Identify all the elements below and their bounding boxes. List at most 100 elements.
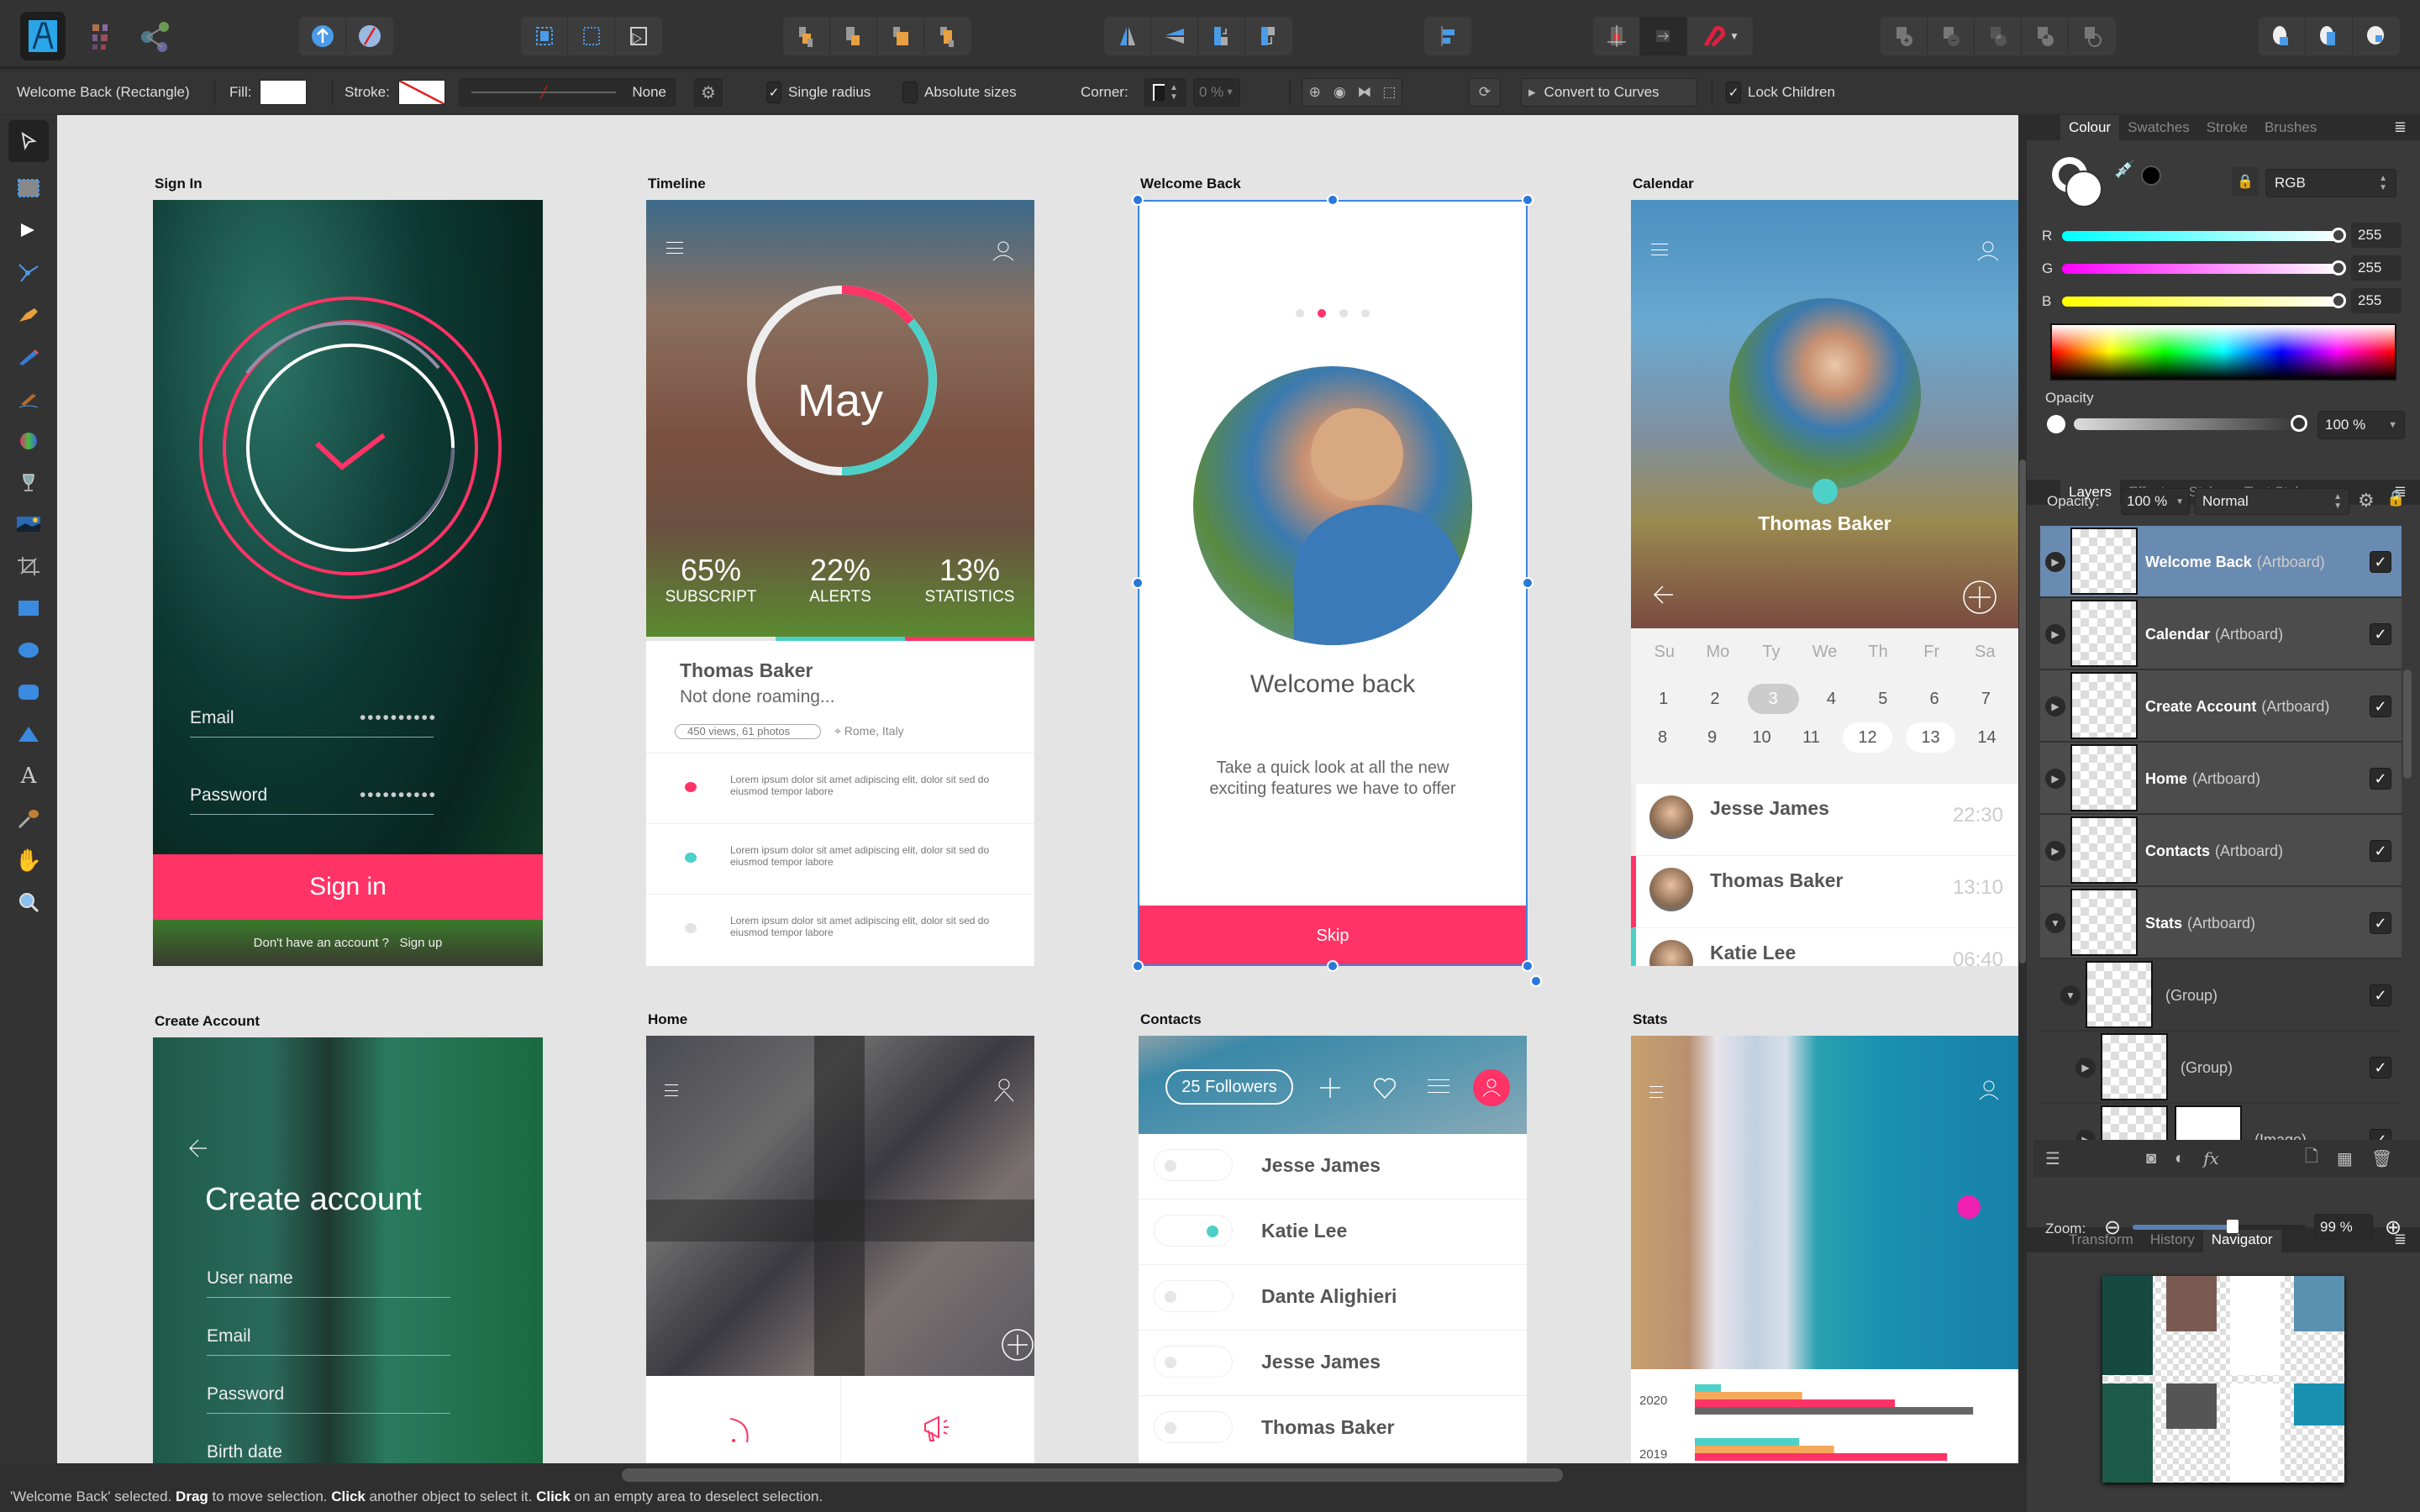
calendar-day[interactable]: 10 (1737, 722, 1786, 753)
grid-button[interactable] (1593, 17, 1640, 55)
add-boolean-button[interactable] (1881, 17, 1928, 55)
collapse-triangle-icon[interactable]: ▼ (2045, 913, 2065, 933)
colour-spectrum[interactable] (2050, 323, 2396, 381)
hand-tool[interactable]: ✋ (0, 839, 57, 881)
layer-settings-gear-icon[interactable]: ⚙ (2358, 490, 2375, 512)
share-upload-button[interactable] (299, 17, 346, 55)
add-circle-icon[interactable] (1001, 1328, 1034, 1362)
create-account-field[interactable]: User name (207, 1268, 450, 1298)
snap-mode-button[interactable] (1640, 17, 1687, 55)
profile-button[interactable] (1473, 1069, 1510, 1106)
zoom-slider[interactable] (2133, 1220, 2306, 1233)
corner-tool[interactable] (0, 251, 57, 293)
stroke-settings-button[interactable]: ⚙ (694, 78, 723, 107)
layer-visibility-checkbox[interactable]: ✓ (2370, 840, 2391, 862)
triangle-tool[interactable] (0, 713, 57, 755)
layer-visibility-checkbox[interactable]: ✓ (2370, 984, 2391, 1006)
contact-row[interactable]: Katie Lee (1139, 1200, 1527, 1265)
mask-icon[interactable]: ◙ (2146, 1149, 2156, 1168)
align-left-button[interactable] (1424, 17, 1471, 55)
new-layer-icon[interactable]: 🗋 (2305, 1144, 2318, 1173)
layers-scrollbar[interactable] (2403, 669, 2412, 779)
page-dot[interactable] (1296, 309, 1304, 318)
rotate-right-button[interactable] (1245, 17, 1292, 55)
b-channel-slider[interactable] (2062, 293, 2346, 308)
transparency-tool[interactable] (0, 461, 57, 503)
convert-to-curves-button[interactable]: ▸ Convert to Curves (1521, 78, 1697, 107)
show-origin-icon[interactable]: ◉ (1328, 84, 1353, 101)
resize-handle[interactable] (1522, 577, 1534, 589)
fill-well[interactable] (2065, 171, 2102, 207)
timeline-list-item[interactable]: Lorem ipsum dolor sit amet adipiscing el… (646, 823, 1034, 894)
create-account-field[interactable]: Email (207, 1326, 450, 1356)
panel-menu-icon[interactable]: ≣ (2394, 118, 2407, 136)
xor-boolean-button[interactable] (2022, 17, 2069, 55)
tab-history[interactable]: History (2142, 1227, 2203, 1252)
back-arrow-icon[interactable] (1651, 585, 1676, 605)
pixel-persona-button[interactable] (82, 12, 128, 60)
export-persona-button[interactable] (133, 12, 178, 60)
collapse-triangle-icon[interactable]: ▼ (2060, 985, 2081, 1005)
layer-row[interactable]: ▼ (Group) ✓ (2040, 959, 2402, 1032)
zoom-value-field[interactable]: 99 % (2314, 1214, 2373, 1241)
calendar-day[interactable]: 4 (1806, 684, 1857, 714)
calendar-day[interactable]: 13 (1906, 722, 1955, 753)
menu-icon[interactable] (1428, 1079, 1449, 1093)
artboard-signin[interactable]: Email • • • • • • • • • • Password • • •… (153, 200, 543, 966)
contact-row[interactable]: Jesse James (1139, 1134, 1527, 1200)
menu-icon[interactable] (1651, 244, 1668, 255)
trash-icon[interactable]: 🗑 (2371, 1148, 2392, 1169)
isolate-shape-button[interactable] (615, 17, 662, 55)
contact-row[interactable]: Dante Alighieri (1139, 1265, 1527, 1331)
node-tool[interactable] (0, 209, 57, 251)
expand-triangle-icon[interactable]: ▶ (2045, 552, 2065, 572)
profile-icon[interactable] (992, 1078, 1016, 1103)
back-arrow-icon[interactable] (188, 1138, 208, 1158)
colour-model-select[interactable]: RGB ▲ ▼ (2265, 169, 2396, 197)
canvas-vertical-scrollbar[interactable] (2018, 115, 2027, 1463)
rotate-handle[interactable] (1530, 975, 1542, 987)
contact-toggle[interactable] (1154, 1411, 1233, 1443)
profile-icon[interactable] (991, 240, 1016, 262)
layer-visibility-checkbox[interactable]: ✓ (2370, 1057, 2391, 1079)
layers-stack-icon[interactable]: ☰ (2045, 1148, 2060, 1169)
menu-icon[interactable] (1649, 1086, 1663, 1098)
add-icon[interactable] (1318, 1076, 1342, 1100)
zoom-out-icon[interactable]: ⊖ (2104, 1215, 2121, 1240)
intersect-boolean-button[interactable] (1975, 17, 2022, 55)
canvas-horizontal-scrollbar[interactable] (622, 1468, 1563, 1482)
rectangle-tool[interactable] (0, 587, 57, 629)
snapping-dropdown-icon[interactable]: ▼ (1729, 30, 1739, 42)
calendar-day[interactable]: 1 (1638, 684, 1689, 714)
layer-lock-icon[interactable]: 🔒 (2386, 490, 2405, 507)
skip-button[interactable]: Skip (1138, 906, 1528, 966)
resize-handle[interactable] (1132, 960, 1144, 972)
layer-visibility-checkbox[interactable]: ✓ (2370, 768, 2391, 790)
tab-stroke[interactable]: Stroke (2198, 115, 2256, 140)
layer-row[interactable]: ▶ (Group) ✓ (2040, 1032, 2402, 1104)
calendar-day[interactable]: 9 (1687, 722, 1737, 753)
opacity-slider-thumb[interactable] (2291, 415, 2307, 432)
text-tool[interactable]: A (0, 755, 57, 797)
divide-boolean-button[interactable] (2069, 17, 2116, 55)
mirror-icon[interactable]: ⧓ (1352, 84, 1377, 101)
page-dot[interactable] (1318, 309, 1326, 318)
expand-triangle-icon[interactable]: ▶ (2045, 769, 2065, 789)
zoom-tool[interactable] (0, 881, 57, 923)
ellipse-tool[interactable] (0, 629, 57, 671)
artboard-calendar[interactable]: Thomas Baker Su Mo Ty We Th Fr Sa 1234567 8 9 10… (1631, 200, 2018, 966)
slider-thumb[interactable] (2331, 293, 2346, 308)
layer-visibility-checkbox[interactable]: ✓ (2370, 696, 2391, 717)
sign-in-button[interactable]: Sign in (153, 854, 543, 920)
expand-triangle-icon[interactable]: ▶ (2045, 841, 2065, 861)
slider-thumb[interactable] (2331, 260, 2346, 276)
menu-icon[interactable] (665, 1084, 678, 1096)
move-to-front-button[interactable] (924, 17, 971, 55)
layer-row[interactable]: ▶ Home (Artboard) ✓ (2040, 743, 2402, 815)
canvas[interactable]: Sign In Email • • • • • • • • • • Passwo… (57, 115, 2018, 1463)
adjustment-icon[interactable]: ◐ (2175, 1149, 2185, 1168)
pen-tool[interactable] (0, 293, 57, 335)
subtract-boolean-button[interactable] (1928, 17, 1975, 55)
snapping-magnet-button[interactable]: ▼ (1687, 17, 1753, 55)
speedometer-icon[interactable] (725, 1414, 755, 1447)
